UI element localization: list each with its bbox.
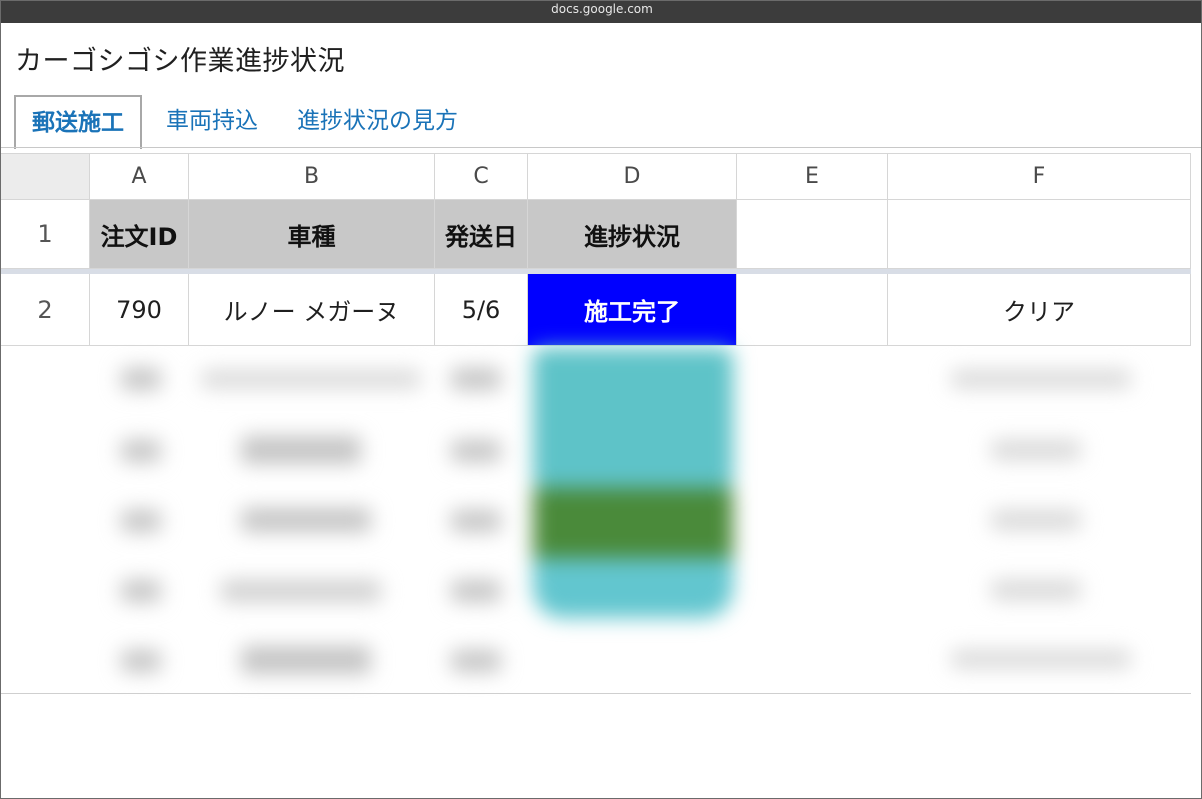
cell-e2[interactable] [737,274,888,346]
page-title: カーゴシゴシ作業進捗状況 [15,46,345,77]
cell-f1[interactable] [888,200,1191,269]
tab-vehicle-bring-in[interactable]: 車両持込 [166,95,258,147]
cell-c2[interactable]: 5/6 [435,274,528,346]
cell-d1[interactable]: 進捗状況 [528,200,737,269]
cell-a1[interactable]: 注文ID [90,200,189,269]
column-header-b[interactable]: B [189,153,435,200]
tabs-divider [1,147,1201,148]
tab-mail-construction[interactable]: 郵送施工 [14,95,142,149]
blurred-rows [1,348,1191,693]
tab-progress-guide[interactable]: 進捗状況の見方 [297,95,458,147]
cell-f2[interactable]: クリア [888,274,1191,346]
column-header-c[interactable]: C [435,153,528,200]
cell-c1[interactable]: 発送日 [435,200,528,269]
column-header-e[interactable]: E [737,153,888,200]
cell-a2[interactable]: 790 [90,274,189,346]
column-header-d[interactable]: D [528,153,737,200]
cell-e1[interactable] [737,200,888,269]
frozen-row-divider[interactable] [1,269,1191,274]
grid-bottom-border [1,693,1191,694]
spreadsheet-window: docs.google.com カーゴシゴシ作業進捗状況 郵送施工 車両持込 進… [0,0,1202,799]
select-all-corner[interactable] [1,153,90,200]
column-header-a[interactable]: A [90,153,189,200]
cell-b2[interactable]: ルノー メガーヌ [189,274,435,346]
cell-d2-status[interactable]: 施工完了 [528,274,737,346]
row-header-2[interactable]: 2 [1,274,90,346]
url-bar[interactable]: docs.google.com [1,1,1201,23]
row-header-1[interactable]: 1 [1,200,90,269]
column-header-f[interactable]: F [888,153,1191,200]
cell-b1[interactable]: 車種 [189,200,435,269]
